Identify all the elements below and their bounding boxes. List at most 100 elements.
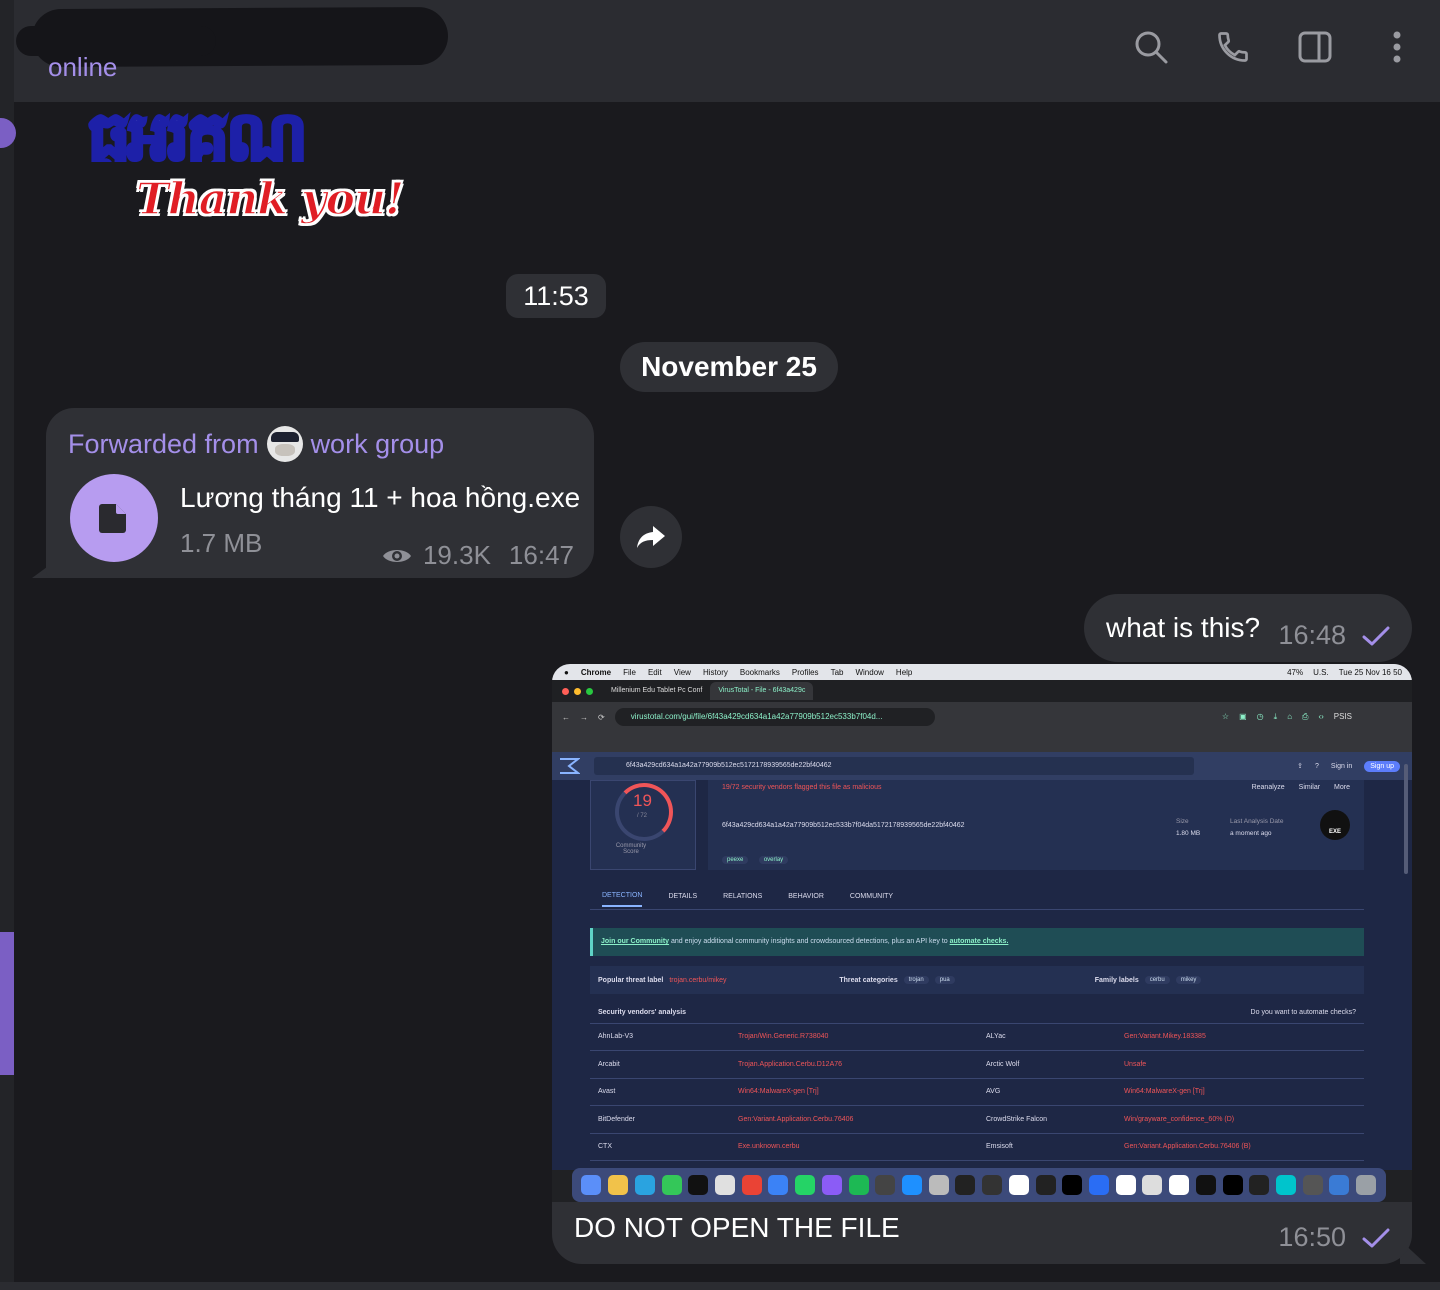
- forwarded-file-message[interactable]: Forwarded from work group Lương tháng 11…: [46, 408, 594, 578]
- dock-app-icon: [875, 1175, 896, 1195]
- vendor-result: Win64:MalwareX-gen [Trj]: [1124, 1088, 1205, 1095]
- outgoing-image-message[interactable]: ● Chrome File Edit View History Bookmark…: [552, 664, 1412, 1264]
- file-download-button[interactable]: [70, 474, 158, 562]
- family-labels-label: Family labels: [1094, 976, 1139, 984]
- file-summary: 19/72 security vendors flagged this file…: [708, 780, 1364, 870]
- outgoing-message[interactable]: what is this? 16:48: [1084, 594, 1412, 662]
- sticker-thank-you-text: Thank you!: [135, 173, 405, 226]
- thank-you-sticker[interactable]: ធ្ងអរគុណ Thank you!: [80, 100, 460, 250]
- clock: Tue 25 Nov 16 50: [1338, 667, 1402, 677]
- vendors-title: Security vendors' analysis: [598, 1009, 687, 1016]
- message-meta: 16:50: [1278, 1222, 1390, 1253]
- dock-app-icon: [608, 1175, 629, 1195]
- message-time: 16:47: [508, 540, 574, 570]
- image-caption: DO NOT OPEN THE FILE: [574, 1212, 900, 1243]
- message-time: 16:48: [1278, 620, 1346, 650]
- dock-app-icon: [741, 1175, 762, 1195]
- dock-app-icon: [1169, 1175, 1190, 1195]
- mac-dock: [572, 1168, 1386, 1202]
- contact-status: online: [48, 52, 118, 82]
- extension-icon: ◷: [1256, 712, 1264, 721]
- date-value: a moment ago: [1230, 830, 1272, 837]
- message-meta: 19.3K 16:47: [381, 540, 574, 571]
- address-bar: virustotal.com/gui/file/6f43a429cd634a1a…: [614, 708, 935, 726]
- dock-app-icon: [1302, 1175, 1323, 1195]
- more-vert-icon[interactable]: [1378, 26, 1416, 68]
- sent-check-icon: [1362, 626, 1390, 645]
- share-button[interactable]: [620, 506, 682, 568]
- dock-app-icon: [1035, 1175, 1056, 1195]
- browser-tab-active: VirusTotal - File - 6f43a429c: [710, 682, 814, 700]
- sticker-top-clip: ធ្ងអរគុណ: [80, 100, 460, 162]
- menu-status-area: 47% U.S. Tue 25 Nov 16 50: [1287, 668, 1412, 677]
- dock-app-icon: [1062, 1175, 1083, 1195]
- vendor-row: CTX Exe.unknown.cerbu Emsisoft Gen:Variant.…: [590, 1134, 1364, 1161]
- dock-app-icon: [848, 1175, 869, 1195]
- share-arrow-icon: [637, 526, 665, 548]
- forwarded-source[interactable]: work group: [311, 429, 445, 460]
- tab-detection: DETECTION: [602, 892, 643, 907]
- threat-categories-label: Threat categories: [839, 976, 898, 984]
- header-actions: [1132, 26, 1416, 68]
- message-text: what is this?: [1106, 612, 1261, 643]
- vendor-name: Arctic Wolf: [986, 1060, 1020, 1068]
- tab-relations: RELATIONS: [723, 893, 763, 900]
- message-time: 16:50: [1278, 1222, 1346, 1252]
- vendor-row: BitDefender Gen:Variant.Application.Cerbu…: [590, 1107, 1364, 1134]
- popular-threat-value: trojan.cerbu/mikey: [669, 976, 727, 984]
- time-separator: 11:53: [506, 274, 606, 318]
- virustotal-screenshot[interactable]: ● Chrome File Edit View History Bookmark…: [552, 664, 1412, 1202]
- print-icon: ⎙: [1302, 712, 1309, 721]
- vendor-name: BitDefender: [598, 1115, 635, 1123]
- file-actions: Reanalyze Similar More: [1252, 784, 1350, 791]
- date-separator: November 25: [620, 342, 838, 392]
- mac-menu-bar: ● Chrome File Edit View History Bookmark…: [552, 664, 1412, 680]
- battery-text: 47%: [1287, 667, 1304, 677]
- dock-app-icon: [768, 1175, 789, 1195]
- phone-icon[interactable]: [1214, 26, 1252, 68]
- left-rail: [0, 0, 14, 1290]
- vendor-name: CTX: [598, 1143, 612, 1150]
- sign-up-button: Sign up: [1364, 760, 1400, 772]
- star-icon: ☆: [1221, 712, 1230, 721]
- dock-app-icon: [688, 1175, 709, 1195]
- file-size: 1.7 MB: [180, 528, 263, 558]
- telegram-window: online ធ្ងអរគុណ Thank you! 11:53 Novembe…: [0, 0, 1440, 1290]
- community-banner: Join our Community and enjoy additional …: [590, 928, 1364, 956]
- vendor-result: Win/grayware_confidence_60% (D): [1124, 1115, 1235, 1123]
- dock-app-icon: [955, 1175, 976, 1195]
- menu-item: History: [702, 667, 728, 677]
- vendor-result: Exe.unknown.cerbu: [738, 1143, 800, 1150]
- forward-icon: →: [580, 712, 588, 722]
- automate-prompt: Do you want to automate checks?: [1250, 1009, 1356, 1016]
- size-value: 1.80 MB: [1176, 830, 1201, 837]
- file-name: Lương tháng 11 + hoa hồng.exe: [180, 482, 581, 513]
- back-icon: ←: [562, 712, 570, 722]
- vendor-result: Trojan.Application.Cerbu.D12A76: [738, 1060, 843, 1068]
- file-tag: overlay: [758, 856, 789, 864]
- search-icon[interactable]: [1132, 26, 1170, 68]
- detection-score: 19: [633, 791, 652, 810]
- dock-app-icon: [1276, 1175, 1297, 1195]
- vendors-header: Security vendors' analysis Do you want t…: [590, 1002, 1364, 1024]
- dock-app-icon: [581, 1175, 602, 1195]
- vendor-result: Gen:Variant.Mikey.183385: [1124, 1033, 1206, 1040]
- vendor-row: AhnLab-V3 Trojan/Win.Generic.R738040 ALYac…: [590, 1024, 1364, 1051]
- automate-link: automate checks.: [949, 938, 1009, 945]
- side-panel-icon[interactable]: [1296, 26, 1334, 68]
- sent-check-icon: [1362, 1228, 1390, 1247]
- vt-account: ⇪ ? Sign in Sign up: [1297, 760, 1412, 772]
- vt-topbar: 6f43a429cd634a1a42a77909b512ec5172178939…: [552, 752, 1412, 780]
- sticker-khmer-text: ធ្ងអរគុណ: [86, 100, 309, 162]
- menu-item: Bookmarks: [739, 667, 780, 677]
- help-icon: ?: [1314, 762, 1319, 770]
- tab-community: COMMUNITY: [849, 893, 894, 900]
- dock-app-icon: [901, 1175, 922, 1195]
- forwarded-header[interactable]: Forwarded from work group: [68, 426, 444, 462]
- flagged-warning: 19/72 security vendors flagged this file…: [722, 784, 882, 791]
- family-label: mikey: [1175, 976, 1202, 984]
- dock-app-icon: [1356, 1175, 1377, 1195]
- download-icon: ⤓: [1273, 712, 1278, 721]
- menu-app: Chrome: [580, 667, 612, 677]
- menu-item: Tab: [830, 667, 844, 677]
